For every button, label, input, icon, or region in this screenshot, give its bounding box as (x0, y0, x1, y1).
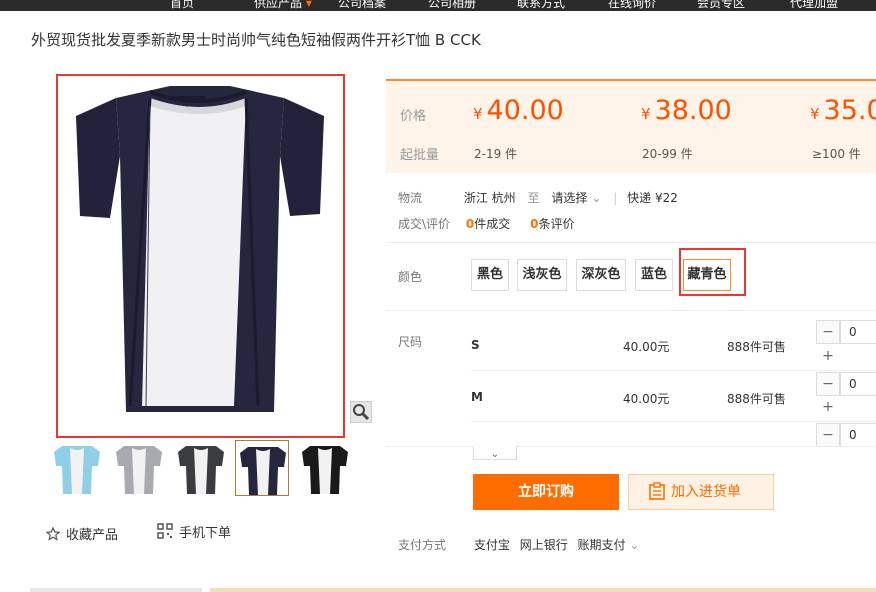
thumbnail-light-grey[interactable] (112, 440, 166, 496)
buy-now-button[interactable]: 立即订购 (473, 474, 619, 510)
mobile-order-button[interactable]: 手机下单 (157, 522, 231, 541)
qty-tier-1: 2-19 件 (474, 147, 518, 161)
payment-label: 支付方式 (398, 538, 447, 552)
delivery-fee: 快递 ¥22 (627, 191, 678, 205)
favorite-button[interactable]: 收藏产品 (45, 524, 119, 543)
decrement-button[interactable]: − (816, 423, 840, 447)
quantity-input-m[interactable]: 0 (840, 372, 876, 396)
price-tier-3: ¥35.0 (810, 95, 876, 126)
destination-select[interactable]: 请选择 ⌄ (551, 191, 601, 205)
decrement-button[interactable]: − (816, 320, 840, 344)
price-box: 价格 起批量 ¥40.00 ¥38.00 ¥35.0 2-19 件 20-99 … (386, 79, 876, 173)
price-tier-1: ¥40.00 (473, 95, 564, 126)
nav-item-home[interactable]: 首页 (170, 0, 194, 11)
stats-label: 成交\评价 (398, 217, 451, 231)
color-label: 颜色 (398, 270, 423, 284)
destination-value: 请选择 (551, 191, 588, 205)
payment-method-alipay: 支付宝 (473, 538, 510, 552)
payment-method-bank: 网上银行 (519, 538, 568, 552)
payment-row: 支付方式 支付宝 网上银行 账期支付 ⌄ (398, 536, 640, 553)
moq-label: 起批量 (400, 148, 440, 163)
chevron-down-icon: ⌄ (629, 538, 640, 552)
thumbnail-light-blue[interactable] (50, 440, 104, 496)
price-label: 价格 (400, 109, 427, 124)
tab-bar-right (210, 588, 876, 592)
nav-item-contact[interactable]: 联系方式 (517, 0, 565, 11)
chevron-down-icon: ⌄ (591, 191, 602, 205)
deals-text: 件成交 (474, 217, 511, 231)
divider (471, 421, 876, 422)
expand-sizes-button[interactable]: ⌄ (473, 446, 517, 460)
thumbnail-navy-selected[interactable] (235, 440, 289, 496)
star-icon (45, 526, 61, 541)
increment-button[interactable]: + (816, 345, 840, 369)
size-name: S (471, 338, 480, 352)
nav-item-profile[interactable]: 公司档案 (338, 0, 386, 11)
clipboard-icon (649, 482, 665, 500)
logistics-row: 物流 浙江 杭州 至 请选择 ⌄ | 快递 ¥22 (398, 191, 678, 205)
mobile-order-label: 手机下单 (179, 526, 232, 541)
size-price: 40.00元 (623, 340, 670, 354)
add-to-order-list-button[interactable]: 加入进货单 (628, 474, 774, 510)
nav-item-agent[interactable]: 代理加盟 (790, 0, 838, 11)
payment-method-credit[interactable]: 账期支付 ⌄ (578, 538, 640, 552)
selected-color-highlight (679, 248, 746, 296)
nav-item-inquiry[interactable]: 在线询价 (608, 0, 656, 11)
nav-item-products-label: 供应产品 (254, 0, 303, 10)
size-stock: 888件可售 (727, 340, 786, 354)
size-name: M (471, 390, 483, 404)
tab-bar-left (30, 588, 202, 592)
qr-code-icon (157, 523, 173, 539)
favorite-label: 收藏产品 (66, 528, 119, 543)
size-price: 40.00元 (623, 392, 670, 406)
quantity-input-s[interactable]: 0 (840, 320, 876, 344)
tshirt-image (76, 86, 324, 412)
price-tier-2: ¥38.00 (641, 95, 732, 126)
main-product-image[interactable] (56, 74, 345, 438)
size-stock: 888件可售 (727, 392, 786, 406)
logistics-label: 物流 (398, 191, 423, 205)
color-option-light-grey[interactable]: 浅灰色 (517, 259, 567, 291)
product-title: 外贸现货批发夏季新款男士时尚帅气纯色短袖假两件开衫T恤 B CCK (31, 31, 481, 49)
increment-button[interactable]: + (816, 396, 840, 420)
add-to-order-list-label: 加入进货单 (671, 484, 741, 500)
divider (386, 242, 876, 243)
thumbnail-black[interactable] (298, 440, 352, 496)
stats-row: 成交\评价 0件成交 0条评价 (398, 215, 574, 232)
color-option-black[interactable]: 黑色 (471, 259, 509, 291)
qty-tier-3: ≥100 件 (812, 147, 861, 161)
to-label: 至 (527, 191, 540, 205)
nav-item-products[interactable]: 供应产品 ▾ (254, 0, 312, 11)
divider (386, 310, 876, 311)
quantity-input-next[interactable]: 0 (840, 423, 876, 447)
payment-method-credit-label: 账期支付 (577, 538, 626, 552)
size-label: 尺码 (398, 335, 423, 349)
magnifier-icon (353, 404, 370, 421)
color-option-blue[interactable]: 蓝色 (635, 259, 673, 291)
nav-item-album[interactable]: 公司相册 (428, 0, 476, 11)
chevron-down-icon: ⌄ (490, 449, 500, 460)
reviews-text: 条评价 (538, 217, 575, 231)
decrement-button[interactable]: − (816, 372, 840, 396)
thumbnail-dark-grey[interactable] (174, 440, 228, 496)
deals-count: 0 (465, 217, 475, 231)
color-option-dark-grey[interactable]: 深灰色 (576, 259, 626, 291)
zoom-button[interactable] (350, 401, 372, 423)
nav-item-member[interactable]: 会员专区 (697, 0, 745, 11)
top-nav: 首页 供应产品 ▾ 公司档案 公司相册 联系方式 在线询价 会员专区 代理加盟 (0, 0, 876, 11)
qty-tier-2: 20-99 件 (642, 147, 693, 161)
origin: 浙江 杭州 (463, 191, 516, 205)
divider (386, 446, 876, 447)
